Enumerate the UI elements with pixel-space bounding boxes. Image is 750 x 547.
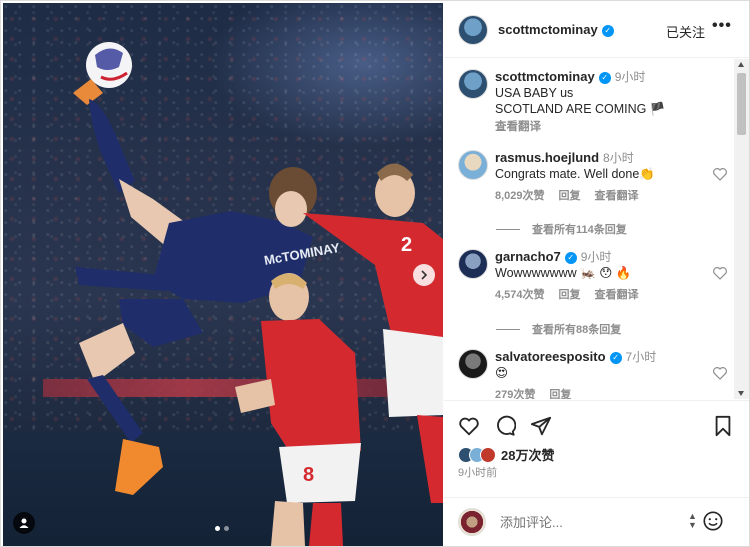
scroll-down-arrow-icon[interactable] — [738, 391, 744, 396]
post-header: scottmctominay ✓ 已关注 ••• — [444, 3, 749, 58]
football — [86, 42, 132, 88]
match-scene: McTOMINAY 2 8 — [73, 42, 443, 546]
instagram-post-window: McTOMINAY 2 8 scottmctominay ✓ 已关注 ••• s… — [0, 0, 750, 547]
player-number-8: 8 — [303, 464, 314, 486]
heart-icon[interactable] — [712, 265, 728, 281]
next-photo-button[interactable] — [413, 264, 435, 286]
comment-time: 9小时 — [580, 250, 612, 264]
caption-username[interactable]: scottmctominay — [495, 69, 595, 84]
player-number-2: 2 — [401, 234, 412, 256]
caption-translate-link[interactable]: 查看翻译 — [495, 119, 715, 135]
comment-input[interactable] — [500, 514, 670, 530]
commenter-username[interactable]: rasmus.hoejlund — [495, 150, 599, 165]
comments-scrollbar[interactable] — [734, 59, 749, 399]
denmark-player-8: 8 — [235, 273, 361, 546]
post-actions-bar: 28万次赞 9小时前 — [444, 400, 749, 485]
comment-text: Wowwwwwww 🦗 😯 🔥 — [495, 266, 632, 280]
liker-avatar — [480, 446, 496, 463]
tagged-people-button[interactable] — [13, 512, 35, 534]
commenter-username[interactable]: salvatoreesposito — [495, 349, 606, 364]
following-button[interactable]: 已关注 — [666, 22, 705, 41]
commenter-avatar[interactable] — [458, 349, 488, 379]
comment-time: 7小时 — [625, 350, 657, 364]
post-photo[interactable]: McTOMINAY 2 8 — [3, 3, 443, 546]
more-options-icon[interactable]: ••• — [712, 17, 732, 35]
likes-summary[interactable]: 28万次赞 — [458, 445, 554, 464]
comments-list[interactable]: scottmctominay ✓ 9小时 USA BABY us SCOTLAND … — [444, 59, 734, 399]
comment-likes[interactable]: 279次赞 — [495, 387, 535, 399]
scroll-up-arrow-icon[interactable] — [738, 62, 744, 67]
emoji-icon[interactable] — [702, 510, 724, 532]
comment-likes[interactable]: 4,574次赞 — [495, 287, 545, 303]
carousel-dot — [224, 526, 229, 531]
view-replies-label[interactable]: 查看所有114条回复 — [532, 221, 627, 237]
reply-button[interactable]: 回复 — [559, 188, 581, 204]
reply-button[interactable]: 回复 — [549, 387, 571, 399]
author-avatar[interactable] — [458, 15, 488, 45]
comment-time: 8小时 — [603, 151, 634, 165]
add-comment-bar: ▲▼ — [444, 497, 749, 546]
verified-icon: ✓ — [609, 352, 622, 364]
verified-icon: ✓ — [601, 25, 614, 37]
comment-likes[interactable]: 8,029次赞 — [495, 188, 545, 204]
divider-line — [496, 328, 520, 330]
author-username[interactable]: scottmctominay — [498, 22, 598, 37]
heart-icon[interactable] — [712, 365, 728, 381]
translate-link[interactable]: 查看翻译 — [595, 188, 639, 204]
commenter-avatar[interactable] — [458, 249, 488, 279]
translate-link[interactable]: 查看翻译 — [595, 287, 639, 303]
view-replies-label[interactable]: 查看所有88条回复 — [532, 321, 621, 337]
caption-line-2: SCOTLAND ARE COMING 🏴 — [495, 102, 666, 116]
post-timestamp: 9小时前 — [458, 467, 498, 479]
caption-line-1: USA BABY us — [495, 86, 574, 100]
person-tag-icon — [19, 518, 29, 528]
carousel-indicator — [215, 526, 229, 531]
share-icon[interactable] — [530, 415, 552, 437]
post-side-panel: scottmctominay ✓ 已关注 ••• scottmctominay ✓ 9… — [444, 3, 749, 546]
commenter-avatar[interactable] — [458, 150, 488, 180]
chevron-right-icon — [421, 270, 428, 280]
current-user-avatar — [458, 508, 486, 536]
comment-text: 😍 — [495, 366, 509, 380]
heart-icon[interactable] — [458, 415, 480, 437]
scrollbar-thumb[interactable] — [737, 73, 746, 135]
comment-text: Congrats mate. Well done👏 — [495, 167, 655, 181]
likes-count[interactable]: 28万次赞 — [501, 445, 554, 464]
bookmark-icon[interactable] — [712, 415, 734, 437]
view-replies-button[interactable]: 查看所有114条回复 — [496, 221, 627, 237]
verified-icon: ✓ — [564, 252, 577, 264]
caption-time: 9小时 — [614, 70, 646, 84]
view-replies-button[interactable]: 查看所有88条回复 — [496, 321, 621, 337]
carousel-dot-active — [215, 526, 220, 531]
commenter-username[interactable]: garnacho7 — [495, 249, 561, 264]
reply-button[interactable]: 回复 — [559, 287, 581, 303]
verified-icon: ✓ — [598, 72, 611, 84]
heart-icon[interactable] — [712, 166, 728, 182]
input-stepper-icon[interactable]: ▲ ▼ — [688, 512, 697, 530]
divider-line — [496, 228, 520, 230]
comment-icon[interactable] — [494, 415, 516, 437]
caption-avatar[interactable] — [458, 69, 488, 99]
